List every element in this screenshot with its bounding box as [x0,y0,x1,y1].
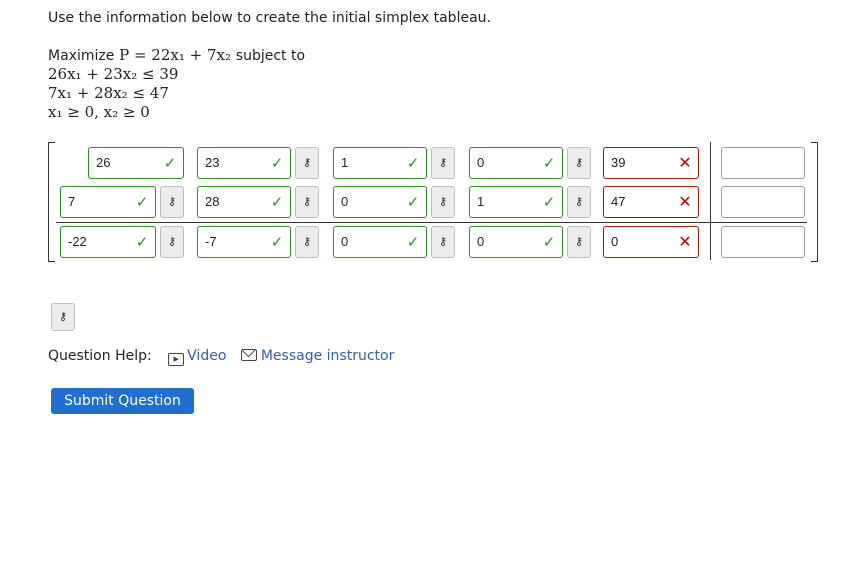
correct-check-icon: ✓ [542,233,556,251]
answer-key-icon[interactable]: ⚷ [295,147,319,179]
constraint-2: 7x₁ + 28x₂ ≤ 47 [48,84,169,102]
question-prompt: Use the information below to create the … [48,10,491,26]
answer-key-icon[interactable]: ⚷ [295,226,319,258]
objective-function: P = 22x₁ + 7x₂ [119,46,231,64]
correct-check-icon: ✓ [406,154,420,172]
lp-problem: Maximize P = 22x₁ + 7x₂ subject to 26x₁ … [48,46,305,122]
answer-key-icon[interactable]: ⚷ [160,186,184,218]
matrix-key-icon[interactable]: ⚷ [51,303,75,331]
correct-check-icon: ✓ [135,193,149,211]
matrix-left-bracket [48,142,55,262]
answer-key-icon[interactable]: ⚷ [567,226,591,258]
constraint-nonneg: x₁ ≥ 0, x₂ ≥ 0 [48,103,150,121]
correct-check-icon: ✓ [135,233,149,251]
video-link[interactable]: Video [187,348,226,364]
submit-question-button[interactable]: Submit Question [51,388,194,414]
mail-icon [240,349,257,361]
subject-to-label: subject to [235,48,306,64]
matrix-right-bracket [811,142,818,262]
maximize-label: Maximize [48,48,115,64]
correct-check-icon: ✓ [163,154,177,172]
question-help-label: Question Help: [48,348,152,364]
correct-check-icon: ✓ [542,154,556,172]
objective-row: Maximize P = 22x₁ + 7x₂ subject to [48,46,305,65]
correct-check-icon: ✓ [270,154,284,172]
message-instructor-link[interactable]: Message instructor [261,348,395,364]
correct-check-icon: ✓ [542,193,556,211]
answer-key-icon[interactable]: ⚷ [431,186,455,218]
tableau-cell[interactable] [721,186,805,218]
constraint-1: 26x₁ + 23x₂ ≤ 39 [48,65,179,83]
correct-check-icon: ✓ [270,233,284,251]
objective-row-divider [56,222,807,223]
question-help: Question Help: ▶ Video Message instructor [48,348,394,366]
answer-key-icon[interactable]: ⚷ [431,147,455,179]
tableau-cell[interactable] [721,147,805,179]
video-icon: ▶ [168,353,185,366]
answer-key-icon[interactable]: ⚷ [567,147,591,179]
correct-check-icon: ✓ [406,193,420,211]
answer-key-icon[interactable]: ⚷ [295,186,319,218]
correct-check-icon: ✓ [270,193,284,211]
tableau-cell[interactable] [721,226,805,258]
answer-key-icon[interactable]: ⚷ [160,226,184,258]
augmented-column-divider [710,142,711,260]
incorrect-x-icon: ✕ [678,232,692,251]
incorrect-x-icon: ✕ [678,192,692,211]
answer-key-icon[interactable]: ⚷ [567,186,591,218]
correct-check-icon: ✓ [406,233,420,251]
answer-key-icon[interactable]: ⚷ [431,226,455,258]
incorrect-x-icon: ✕ [678,153,692,172]
